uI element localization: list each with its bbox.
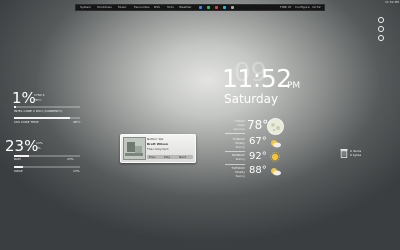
ram-line: 0% bbox=[36, 146, 41, 150]
track-title: Nothin' We bbox=[147, 137, 164, 141]
clock-ampm: PM bbox=[287, 81, 301, 91]
weather-condition: Sunny bbox=[235, 145, 245, 149]
temp-bar bbox=[14, 117, 80, 119]
music-controls: Prev Play Next bbox=[147, 155, 193, 159]
panel-launcher-icon[interactable] bbox=[231, 6, 234, 9]
next-button[interactable]: Next bbox=[179, 155, 186, 159]
cpu-percent: 1% bbox=[12, 89, 36, 107]
cpu-bar-fill bbox=[14, 106, 16, 108]
weather-temp: 88° bbox=[249, 165, 267, 176]
circle-icon[interactable] bbox=[378, 17, 384, 23]
cpu-line: 1784 S bbox=[34, 93, 45, 97]
ram-percent: 23% bbox=[5, 137, 39, 155]
clock-time: 11:52 bbox=[222, 64, 292, 93]
panel-clock: 10:52 bbox=[312, 5, 321, 9]
clock-day: Saturday bbox=[224, 92, 279, 106]
weather-condition: Sunny bbox=[235, 174, 245, 178]
weather-condition: Sunny bbox=[235, 157, 245, 161]
ram-bar-value: 23% bbox=[67, 157, 74, 161]
weather-condition: (sunny) bbox=[233, 127, 245, 131]
top-right-clock: 11:52 PM bbox=[385, 0, 399, 4]
temp-value: 98°C bbox=[73, 120, 81, 124]
play-button[interactable]: Play bbox=[164, 155, 170, 159]
temp-label: CPU CORE TEMP bbox=[14, 120, 39, 124]
cpu-bar bbox=[14, 106, 80, 108]
track-artist: Brett Wilson bbox=[147, 142, 169, 146]
panel-launcher-icon[interactable] bbox=[223, 6, 226, 9]
album-art-shape bbox=[127, 142, 135, 152]
sun-icon bbox=[270, 152, 280, 162]
circle-icon[interactable] bbox=[378, 35, 384, 41]
weather-divider bbox=[225, 164, 245, 165]
weather-divider bbox=[225, 133, 245, 134]
ram-bar-label: RAM bbox=[14, 157, 21, 161]
menu-item-todo[interactable]: Todo bbox=[167, 6, 174, 9]
menu-item-shutdown[interactable]: Shutdown bbox=[97, 6, 112, 9]
swap-bar bbox=[14, 166, 80, 168]
panel-launcher-icon[interactable] bbox=[215, 6, 218, 9]
swap-value: 13% bbox=[73, 169, 80, 173]
temp-bar-fill bbox=[14, 117, 71, 119]
cpu-label: INTEL CORE 2 DUO (CURRENCY) bbox=[14, 109, 63, 113]
menu-item-rss[interactable]: RSS bbox=[154, 6, 160, 9]
partly-cloudy-icon bbox=[271, 168, 281, 176]
menu-item-favourites[interactable]: Favourites bbox=[134, 6, 149, 9]
ram-line: 13% bbox=[36, 141, 43, 145]
weather-temp: 67° bbox=[249, 136, 267, 147]
partly-cloudy-icon bbox=[271, 140, 281, 148]
top-panel: System Shutdown Music Favourites RSS Tod… bbox=[75, 4, 325, 11]
trash-icon[interactable] bbox=[340, 148, 348, 158]
weather-temp: 78° bbox=[247, 118, 269, 132]
weather-temp: 92° bbox=[249, 151, 267, 162]
moon-icon bbox=[267, 118, 284, 135]
panel-launcher-icon[interactable] bbox=[207, 6, 210, 9]
menu-item-music[interactable]: Music bbox=[118, 6, 127, 9]
swap-label: SWAP bbox=[14, 169, 23, 173]
panel-status-text: FINE AT bbox=[280, 5, 292, 9]
menu-item-configure[interactable]: Configure bbox=[295, 6, 310, 9]
track-album: The rocky bird bbox=[147, 147, 169, 151]
album-art-shape bbox=[125, 153, 143, 156]
cpu-line: 78°C bbox=[34, 98, 42, 102]
music-player-widget: Nothin' We Brett Wilson The rocky bird P… bbox=[120, 134, 196, 163]
menu-item-weather[interactable]: Weather bbox=[179, 6, 192, 9]
album-art bbox=[123, 137, 146, 160]
swap-bar-fill bbox=[14, 166, 23, 168]
circle-icon[interactable] bbox=[378, 26, 384, 32]
trash-size: 0 bytes bbox=[350, 153, 362, 157]
weather-divider bbox=[225, 151, 245, 152]
menu-item-system[interactable]: System bbox=[80, 6, 91, 9]
prev-button[interactable]: Prev bbox=[149, 155, 156, 159]
panel-launcher-icon[interactable] bbox=[199, 6, 202, 9]
